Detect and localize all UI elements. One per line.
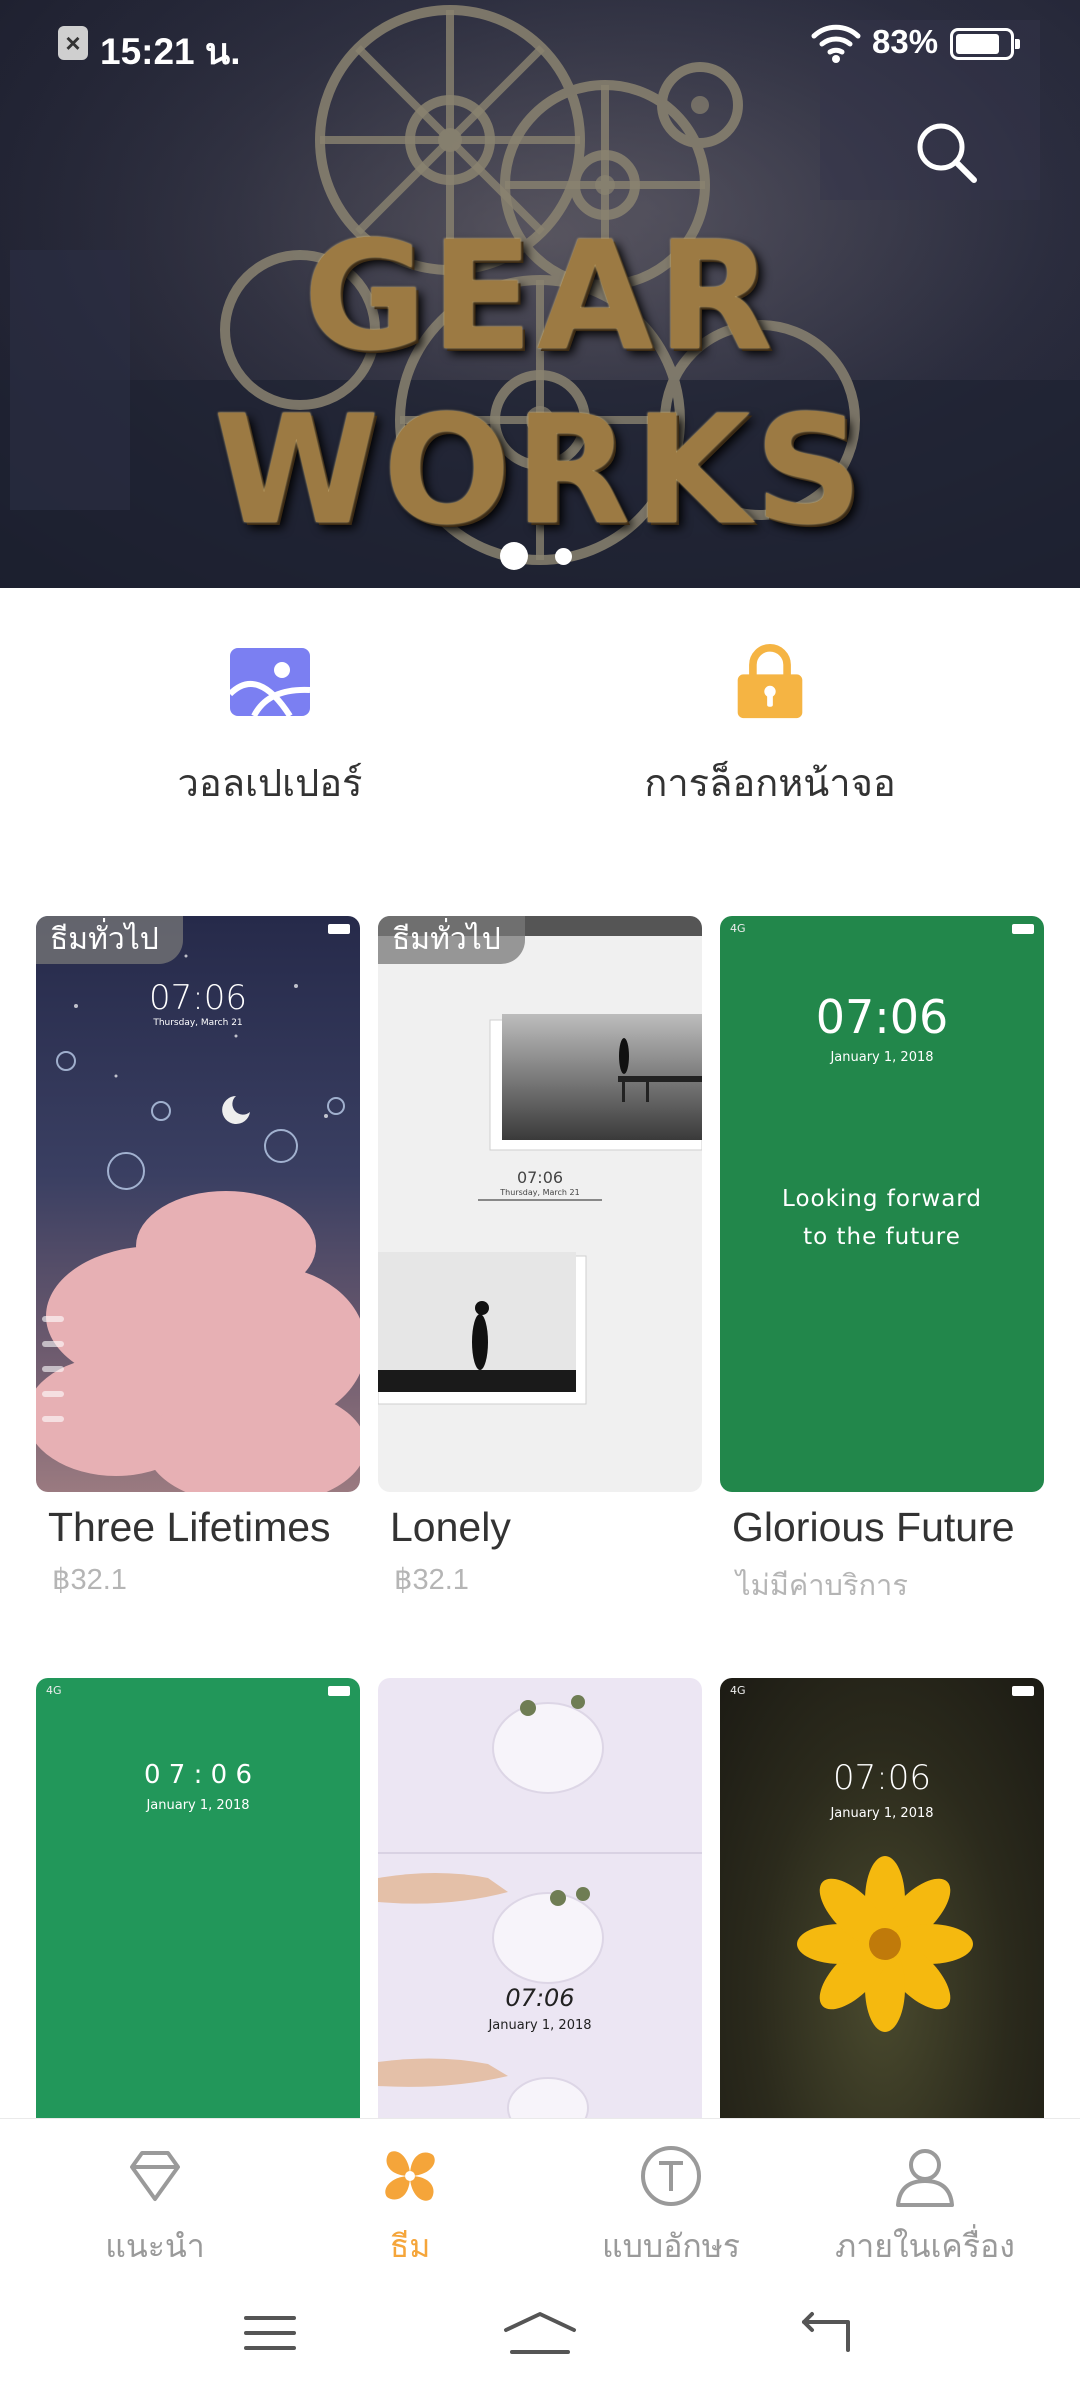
preview-status-bar: 4G bbox=[46, 1684, 350, 1698]
tab-local[interactable]: ภายในเครื่อง bbox=[790, 2143, 1060, 2272]
preview-clock: 07:06 bbox=[149, 978, 247, 1018]
theme-card[interactable]: 07:06 Thursday, March 21 ธีมทั่วไป Three… bbox=[36, 916, 360, 1596]
lockscreen-label: การล็อกหน้าจอ bbox=[644, 761, 896, 805]
preview-date: January 1, 2018 bbox=[488, 2018, 592, 2033]
preview-status-bar: 4G bbox=[730, 922, 1034, 936]
status-bar: × 15:21 น. 83% bbox=[0, 0, 1080, 86]
preview-clock: 07:06 bbox=[516, 1168, 564, 1187]
diamond-icon bbox=[130, 2151, 180, 2201]
theme-name: Three Lifetimes bbox=[48, 1504, 331, 1550]
theme-name: Lonely bbox=[390, 1504, 511, 1550]
theme-price: ไม่มีค่าบริการ bbox=[736, 1570, 908, 1602]
tab-recommended[interactable]: แนะนำ bbox=[20, 2143, 290, 2272]
theme-price: ฿32.1 bbox=[52, 1564, 127, 1596]
battery-icon bbox=[950, 28, 1020, 60]
battery-fill bbox=[956, 34, 999, 54]
battery-nub bbox=[1015, 39, 1020, 49]
tab-label: แนะนำ bbox=[105, 2227, 205, 2265]
theme-pinwheel-icon bbox=[385, 2151, 435, 2201]
preview-signal-icon: 4G bbox=[730, 922, 746, 935]
preview-battery-icon bbox=[328, 1686, 350, 1696]
status-time: 15:21 น. bbox=[100, 31, 241, 72]
preview-date: Thursday, March 21 bbox=[153, 1018, 243, 1028]
preview-date: January 1, 2018 bbox=[146, 1798, 250, 1813]
theme-price: ฿32.1 bbox=[394, 1564, 469, 1596]
lockscreen-entry[interactable]: การล็อกหน้าจอ bbox=[600, 644, 940, 813]
theme-name: Glorious Future bbox=[732, 1504, 1015, 1550]
carousel-indicator bbox=[0, 542, 1080, 570]
wallpaper-icon bbox=[228, 648, 311, 718]
preview-clock: 07:06 bbox=[815, 990, 949, 1044]
theme-preview[interactable]: 4G 07:06 January 1, 2018 Looking forward… bbox=[720, 916, 1044, 1492]
tab-themes[interactable]: ธีม bbox=[275, 2143, 545, 2272]
wallpaper-entry[interactable]: วอลเปเปอร์ bbox=[130, 644, 410, 813]
system-nav-bar bbox=[0, 2274, 1080, 2400]
font-icon bbox=[641, 2146, 701, 2206]
tab-label: ภายในเครื่อง bbox=[835, 2227, 1015, 2265]
tab-fonts[interactable]: แบบอักษร bbox=[536, 2143, 806, 2272]
featured-banner[interactable]: GEAR WORKS × 15:21 น. 83% bbox=[0, 0, 1080, 588]
theme-card[interactable]: 07:06 Thursday, March 21 ธีมทั่วไป Lonel… bbox=[378, 916, 702, 1596]
tab-label: ธีม bbox=[389, 2227, 431, 2265]
theme-preview[interactable]: 07:06 Thursday, March 21 ธีมทั่วไป bbox=[378, 916, 702, 1492]
notification-x-icon: × bbox=[58, 26, 88, 60]
carousel-dot-active[interactable] bbox=[500, 542, 528, 570]
theme-card[interactable]: 4G 07:06 January 1, 2018 Looking forward… bbox=[720, 916, 1044, 1602]
preview-message-line2: to the future bbox=[803, 1224, 961, 1250]
battery-percent: 83% bbox=[872, 23, 939, 60]
banner-title: GEAR WORKS bbox=[213, 210, 867, 558]
carousel-dot[interactable] bbox=[555, 548, 572, 565]
preview-signal-icon: 4G bbox=[46, 1684, 62, 1697]
preview-date: Thursday, March 21 bbox=[500, 1188, 580, 1197]
back-icon[interactable] bbox=[794, 2308, 854, 2358]
quick-entries: วอลเปเปอร์ การล็อกหน้าจอ bbox=[0, 588, 1080, 888]
bottom-nav: แนะนำ ธีม แบบอักษร ภายในเครื่อง bbox=[0, 2118, 1080, 2274]
preview-message-line1: Looking forward bbox=[782, 1186, 982, 1212]
preview-date: January 1, 2018 bbox=[830, 1050, 934, 1065]
theme-tag: ธีมทั่วไป bbox=[378, 916, 525, 964]
lonely-photo-art bbox=[378, 1014, 702, 1405]
lock-icon bbox=[737, 644, 803, 719]
menu-icon[interactable] bbox=[240, 2308, 300, 2358]
tab-label: แบบอักษร bbox=[601, 2227, 741, 2265]
home-icon[interactable] bbox=[502, 2308, 578, 2358]
preview-battery-icon bbox=[1012, 924, 1034, 934]
preview-battery-icon bbox=[328, 924, 350, 934]
wifi-icon bbox=[811, 24, 861, 63]
theme-preview[interactable]: 07:06 Thursday, March 21 ธีมทั่วไป bbox=[36, 916, 360, 1492]
theme-tag: ธีมทั่วไป bbox=[36, 916, 183, 964]
person-icon bbox=[896, 2149, 954, 2207]
wallpaper-label: วอลเปเปอร์ bbox=[177, 761, 363, 805]
preview-clock: 07:06 bbox=[505, 1984, 575, 2012]
search-icon[interactable] bbox=[912, 118, 982, 188]
preview-clock: 0 7 : 0 6 bbox=[144, 1760, 252, 1790]
